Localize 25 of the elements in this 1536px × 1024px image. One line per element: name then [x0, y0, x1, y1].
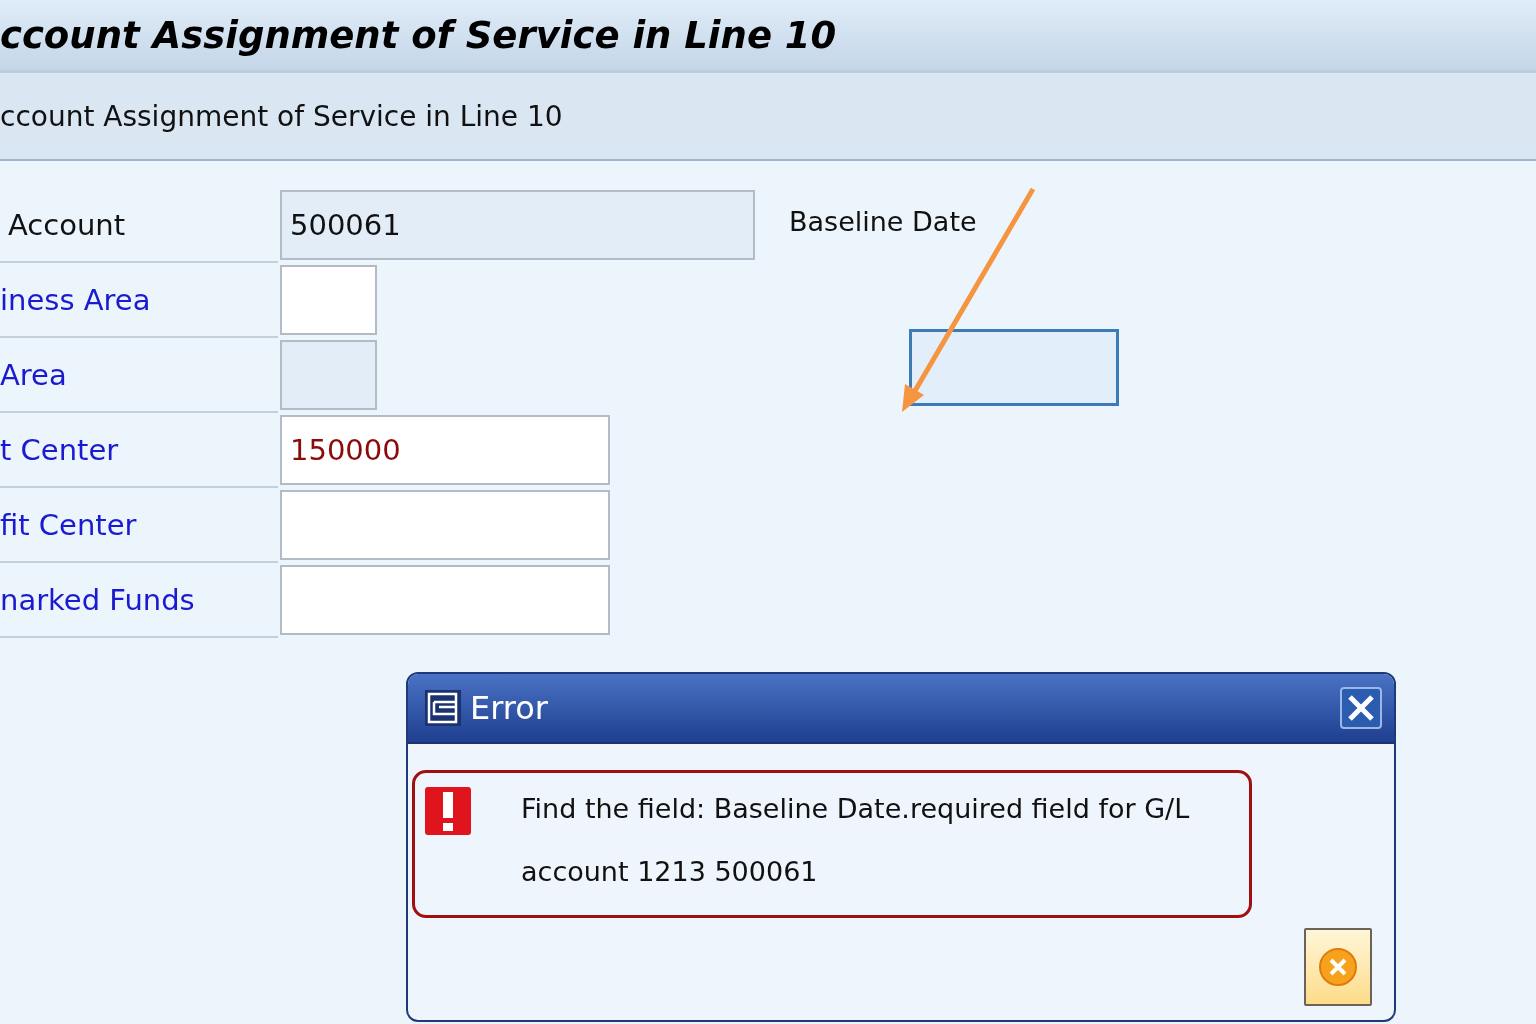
error-message: account 1213 500061 — [521, 856, 819, 887]
cancel-button[interactable] — [1304, 928, 1372, 1006]
dialog-title: Error — [470, 689, 549, 727]
section-title: ccount Assignment of Service in Line 10 — [0, 99, 563, 133]
field-label: Area — [0, 338, 278, 413]
field-label: narked Funds — [0, 563, 278, 638]
input-field[interactable] — [280, 265, 377, 335]
input-field[interactable]: 500061 — [280, 190, 755, 260]
close-button[interactable] — [1340, 687, 1382, 729]
exclamation-icon — [425, 787, 471, 835]
close-icon — [1346, 693, 1376, 723]
field-label: iness Area — [0, 263, 278, 338]
error-message: Find the field: Baseline Date.required field for G/L — [521, 793, 1190, 824]
input-field[interactable]: 150000 — [280, 415, 610, 485]
field-label: fit Center — [0, 488, 278, 563]
field-label: Baseline Date — [789, 206, 978, 237]
input-field[interactable] — [280, 565, 610, 635]
window-icon — [424, 689, 462, 727]
input-field[interactable] — [280, 340, 377, 410]
cancel-icon — [1318, 947, 1358, 987]
input-field[interactable] — [280, 490, 610, 560]
screen-title: ccount Assignment of Service in Line 10 — [0, 13, 837, 57]
field-label: Account — [0, 188, 278, 263]
field-label: t Center — [0, 413, 278, 488]
date-field[interactable] — [909, 329, 1119, 406]
